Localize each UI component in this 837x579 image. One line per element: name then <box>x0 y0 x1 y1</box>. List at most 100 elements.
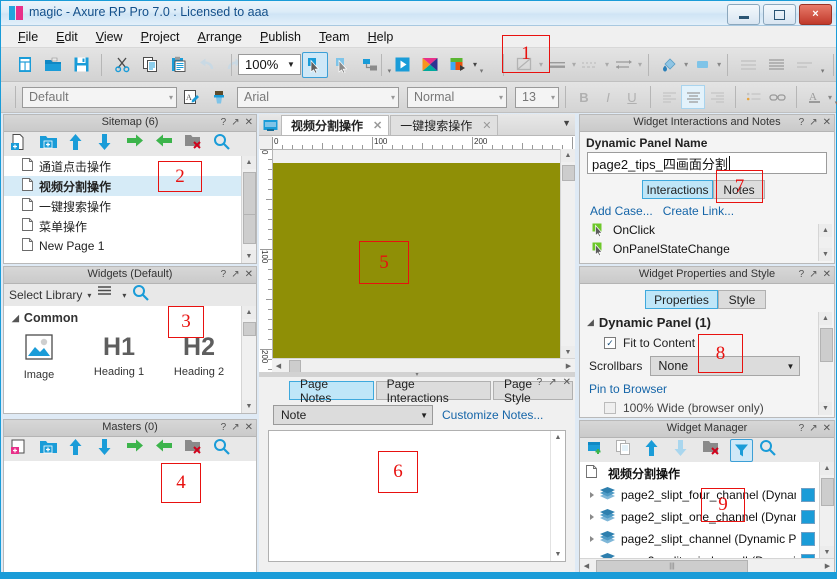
close-icon[interactable]: ✕ <box>823 115 831 130</box>
wide-browser-checkbox[interactable] <box>604 402 616 414</box>
tab-style[interactable]: Style <box>718 290 766 309</box>
publish-icon[interactable] <box>445 52 471 78</box>
filter-icon[interactable] <box>730 438 753 462</box>
close-button[interactable]: × <box>799 4 832 25</box>
sitemap-item-0[interactable]: 通道点击操作 <box>4 156 241 176</box>
help-icon[interactable]: ? <box>221 420 227 435</box>
dynamic-panel-group-header[interactable]: ◢ Dynamic Panel (1) <box>580 309 834 330</box>
scroll-up-icon[interactable]: ▲ <box>561 149 575 162</box>
toolbar-overflow-7[interactable]: ▾ <box>832 87 837 107</box>
menu-team[interactable]: Team <box>310 28 359 46</box>
visibility-swatch[interactable] <box>801 532 815 546</box>
menu-file[interactable]: FFileile <box>9 28 47 46</box>
italic-button[interactable]: I <box>596 85 620 109</box>
scroll-up-icon[interactable]: ▲ <box>242 156 256 169</box>
menu-view[interactable]: View <box>87 28 132 46</box>
scroll-left-icon[interactable]: ◀ <box>580 559 593 573</box>
sitemap-item-1[interactable]: 视频分割操作 <box>4 176 241 196</box>
menu-project[interactable]: Project <box>132 28 189 46</box>
scroll-right-icon[interactable]: ▶ <box>821 559 834 573</box>
font-size-combo[interactable]: 13 ▾ <box>515 86 559 108</box>
bullet-list-icon[interactable] <box>742 85 766 109</box>
link-icon[interactable] <box>766 85 790 109</box>
save-icon[interactable] <box>68 52 94 78</box>
zoom-combo[interactable]: 100% ▼ <box>238 54 301 75</box>
cut-icon[interactable] <box>109 52 135 78</box>
interaction-events-list[interactable]: OnClick OnPanelStateChange <box>580 220 834 258</box>
expand-icon[interactable]: ↗ <box>231 115 239 130</box>
delete-page-icon[interactable] <box>184 133 206 155</box>
scroll-up-icon[interactable]: ▲ <box>819 312 832 325</box>
visibility-swatch[interactable] <box>801 510 815 524</box>
tab-page-notes[interactable]: Page Notes <box>289 377 374 405</box>
search-icon[interactable] <box>132 284 150 306</box>
widgets-body[interactable]: ▲ ▼ ◢ Common Image H1 Heading 1 H2 Headi… <box>4 306 256 413</box>
add-folder-icon[interactable] <box>39 133 61 155</box>
expand-icon[interactable]: ↗ <box>809 421 817 436</box>
move-down-icon[interactable] <box>97 133 119 155</box>
note-type-select[interactable]: Note ▼ <box>273 405 433 425</box>
toolbar-overflow-3[interactable]: ▾ <box>477 55 486 75</box>
preview-icon[interactable] <box>389 52 415 78</box>
tab-interactions[interactable]: Interactions <box>642 180 713 199</box>
search-icon[interactable] <box>759 439 781 461</box>
scroll-up-icon[interactable]: ▲ <box>551 431 565 444</box>
fit-to-content-checkbox[interactable]: ✓ <box>604 337 616 349</box>
chevron-down-icon[interactable]: ▾ <box>122 291 126 300</box>
connector-tool-icon[interactable] <box>330 52 356 78</box>
delete-master-icon[interactable] <box>184 438 206 460</box>
library-menu-icon[interactable] <box>97 284 115 306</box>
sitemap-item-3[interactable]: 菜单操作 <box>4 216 241 236</box>
scroll-down-icon[interactable]: ▼ <box>242 400 256 413</box>
widget-manager-row-2[interactable]: page2_slipt_channel (Dynamic Pan <box>580 528 819 550</box>
expand-icon[interactable]: ↗ <box>231 267 239 282</box>
sitemap-item-4[interactable]: New Page 1 <box>4 236 241 256</box>
add-master-icon[interactable] <box>10 438 32 460</box>
sitemap-item-2[interactable]: 一键搜索操作 <box>4 196 241 216</box>
move-down-icon[interactable] <box>673 439 695 461</box>
new-widget-icon[interactable] <box>586 439 608 461</box>
scroll-up-icon[interactable]: ▲ <box>820 462 834 475</box>
underline-button[interactable]: U <box>620 85 644 109</box>
wm-vscrollbar[interactable]: ▲ ▼ <box>819 462 834 559</box>
help-icon[interactable]: ? <box>799 267 805 282</box>
create-link-link[interactable]: Create Link... <box>663 204 734 218</box>
help-icon[interactable]: ? <box>799 115 805 130</box>
align-left-icon[interactable] <box>657 85 681 109</box>
interaction-event-1[interactable]: OnPanelStateChange <box>580 239 834 258</box>
widget-category-common[interactable]: ◢ Common <box>4 306 256 328</box>
help-icon[interactable]: ? <box>221 267 227 282</box>
canvas-hscrollbar[interactable]: ◀ ▶ <box>272 358 575 373</box>
close-icon[interactable]: ✕ <box>245 267 253 282</box>
chevron-down-icon[interactable]: ▾ <box>87 291 91 300</box>
note-scrollbar[interactable]: ▲ ▼ <box>550 431 565 561</box>
menu-help[interactable]: Help <box>359 28 403 46</box>
expand-icon[interactable]: ↗ <box>231 420 239 435</box>
scroll-up-icon[interactable]: ▲ <box>242 306 256 319</box>
widget-style-combo[interactable]: Default ▾ <box>22 86 177 108</box>
help-icon[interactable]: ? <box>537 377 543 388</box>
artboard[interactable] <box>273 163 561 358</box>
expand-icon[interactable]: ↗ <box>548 377 556 388</box>
wide-browser-row[interactable]: 100% Wide (browser only) <box>580 396 834 415</box>
scroll-up-icon[interactable]: ▲ <box>819 224 832 237</box>
canvas-tab-0[interactable]: 视频分割操作 ✕ <box>281 115 390 135</box>
paste-icon[interactable] <box>165 52 191 78</box>
scroll-left-icon[interactable]: ◀ <box>272 359 285 373</box>
close-icon[interactable]: ✕ <box>245 420 253 435</box>
close-icon[interactable]: ✕ <box>823 421 831 436</box>
visibility-swatch[interactable] <box>801 488 815 502</box>
widget-item-heading2[interactable]: H2 Heading 2 <box>170 332 228 381</box>
expand-triangle-icon[interactable] <box>590 514 594 520</box>
dynamic-panel-widget[interactable] <box>273 163 561 358</box>
copy-icon[interactable] <box>137 52 163 78</box>
pin-to-browser-link[interactable]: Pin to Browser <box>580 376 834 396</box>
select-library-label[interactable]: Select Library <box>9 288 82 302</box>
dynamic-panel-name-input[interactable]: page2_tips_四画面分割 <box>587 152 827 174</box>
expand-triangle-icon[interactable] <box>590 492 594 498</box>
maximize-button[interactable] <box>763 4 796 25</box>
close-icon[interactable]: ✕ <box>823 267 831 282</box>
toolbar-overflow-4[interactable]: ▾ <box>818 55 827 75</box>
select-tool-icon[interactable] <box>301 51 328 78</box>
help-icon[interactable]: ? <box>799 421 805 436</box>
